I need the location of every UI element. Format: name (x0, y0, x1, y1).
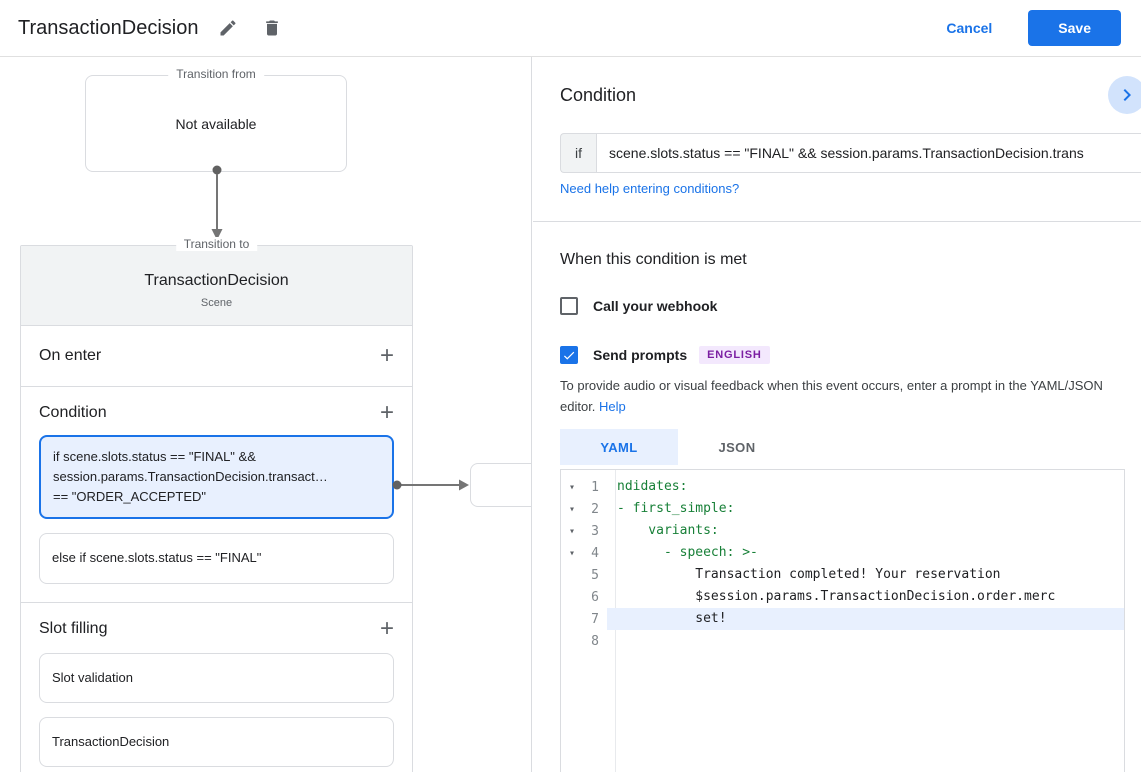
transition-from-node: Transition from Not available (85, 67, 347, 172)
on-enter-row[interactable]: On enter + (21, 325, 412, 386)
edit-title-button[interactable] (214, 14, 242, 42)
transition-arrow (211, 165, 223, 240)
condition-section-label: Condition (39, 404, 107, 421)
editor-line: ▾ 2 - first_simple: (561, 498, 1124, 520)
editor-line: ▾ 3 variants: (561, 520, 1124, 542)
code-line[interactable]: ndidates: (607, 476, 1124, 498)
condition-detail-panel: Condition if Need help entering conditio… (533, 57, 1141, 772)
editor-tabs: YAML JSON (560, 429, 796, 465)
pencil-icon (220, 20, 236, 36)
code-line[interactable]: - speech: >- (607, 542, 1124, 564)
transition-from-content: Not available (175, 115, 257, 132)
editor-line: 5 Transaction completed! Your reservatio… (561, 564, 1124, 586)
transition-to-node[interactable]: Transition to TransactionDecision Scene … (20, 237, 413, 772)
chevron-right-icon (1123, 89, 1131, 101)
on-enter-label: On enter (39, 347, 102, 364)
editor-line: 8 (561, 630, 1124, 652)
code-line[interactable] (607, 630, 1124, 652)
scene-title: TransactionDecision (144, 272, 289, 289)
send-prompts-label: Send prompts (593, 347, 688, 363)
scene-header: TransactionDecision Scene (21, 246, 412, 325)
send-prompts-row: Send prompts ENGLISH (560, 346, 770, 364)
code-line[interactable]: Transaction completed! Your reservation (607, 564, 1124, 586)
scene-subtitle: Scene (200, 297, 233, 309)
line-number: 3 (591, 523, 599, 539)
transition-to-label: Transition to (175, 237, 258, 251)
tab-yaml[interactable]: YAML (560, 429, 678, 465)
tab-json[interactable]: JSON (678, 429, 796, 465)
add-condition-icon[interactable]: + (380, 401, 394, 425)
scene-flow-canvas: Transition from Not available Transition… (0, 57, 532, 772)
fold-icon[interactable]: ▾ (561, 482, 583, 493)
code-line[interactable]: variants: (607, 520, 1124, 542)
add-on-enter-icon[interactable]: + (380, 344, 394, 368)
webhook-label: Call your webhook (593, 298, 718, 314)
add-slot-icon[interactable]: + (380, 616, 394, 640)
app-bar: TransactionDecision Cancel Save (0, 0, 1141, 57)
panel-divider (533, 221, 1141, 222)
condition-card[interactable]: else if scene.slots.status == "FINAL" (39, 533, 394, 584)
condition-section: Condition + if scene.slots.status == "FI… (21, 386, 412, 602)
panel-title: Condition (560, 85, 637, 105)
transition-from-label: Transition from (168, 67, 264, 81)
fold-icon[interactable]: ▾ (561, 526, 583, 537)
save-button[interactable]: Save (1028, 10, 1121, 46)
editor-line: 6 $session.params.TransactionDecision.or… (561, 586, 1124, 608)
line-number: 5 (591, 567, 599, 583)
condition-input-row: if (560, 133, 1141, 173)
prompt-description: To provide audio or visual feedback when… (560, 376, 1128, 418)
collapse-panel-button[interactable] (1108, 76, 1141, 114)
line-number: 6 (591, 589, 599, 605)
slot-card-validation[interactable]: Slot validation (39, 652, 394, 703)
cancel-button[interactable]: Cancel (946, 20, 992, 36)
code-line[interactable]: - first_simple: (607, 498, 1124, 520)
check-icon (563, 351, 575, 360)
main-area: Transition from Not available Transition… (0, 57, 1141, 772)
condition-card-selected[interactable]: if scene.slots.status == "FINAL" && sess… (39, 435, 394, 520)
connector-handle[interactable] (392, 480, 402, 490)
help-link[interactable]: Help (599, 399, 626, 414)
delete-scene-button[interactable] (258, 14, 286, 42)
editor-line-highlighted: 7 set! (561, 608, 1124, 630)
line-number: 7 (591, 611, 599, 627)
editor-line: ▾ 4 - speech: >- (561, 542, 1124, 564)
code-line[interactable]: $session.params.TransactionDecision.orde… (607, 586, 1124, 608)
webhook-row: Call your webhook (560, 297, 717, 315)
line-number: 4 (591, 545, 599, 561)
line-number: 8 (591, 633, 599, 649)
prompt-description-text: To provide audio or visual feedback when… (560, 378, 1103, 414)
linked-node-stub[interactable] (470, 463, 531, 507)
fold-icon[interactable]: ▾ (561, 548, 583, 559)
code-line[interactable]: set! (607, 608, 1124, 630)
send-prompts-checkbox[interactable] (560, 346, 578, 364)
trash-icon (266, 20, 279, 36)
when-met-title: When this condition is met (560, 251, 747, 268)
condition-connector (392, 479, 469, 491)
yaml-editor[interactable]: ▾ 1 ndidates: ▾ 2 - first_simple: ▾ 3 va… (560, 469, 1125, 772)
slot-filling-section: Slot filling + Slot validation Transacti… (21, 601, 412, 772)
language-badge: ENGLISH (699, 346, 770, 364)
fold-icon[interactable]: ▾ (561, 504, 583, 515)
condition-expression-input[interactable] (596, 133, 1141, 173)
condition-help-link[interactable]: Need help entering conditions? (560, 181, 739, 196)
page-title: TransactionDecision (18, 16, 199, 39)
slot-filling-label: Slot filling (39, 619, 108, 637)
line-number: 2 (591, 501, 599, 517)
slot-card-transaction-decision[interactable]: TransactionDecision (39, 716, 394, 767)
line-number: 1 (591, 479, 599, 495)
webhook-checkbox[interactable] (560, 297, 578, 315)
if-label: if (560, 133, 596, 173)
editor-line: ▾ 1 ndidates: (561, 476, 1124, 498)
